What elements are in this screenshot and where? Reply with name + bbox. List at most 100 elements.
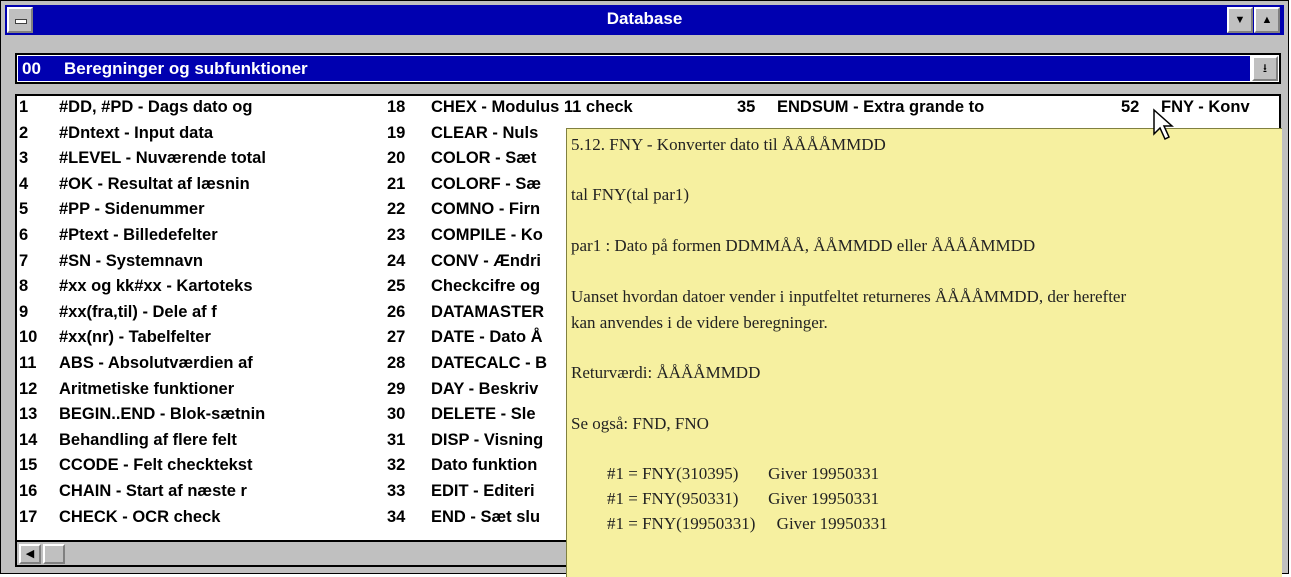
list-item-label: #PP - Sidenummer bbox=[59, 200, 205, 219]
list-item-label: DATE - Dato Å bbox=[431, 328, 543, 347]
list-item-label: BEGIN..END - Blok-sætnin bbox=[59, 405, 266, 424]
tooltip-syntax: tal FNY(tal par1) bbox=[571, 185, 690, 204]
mouse-pointer-icon bbox=[1153, 108, 1174, 141]
list-item-label: #xx(nr) - Tabelfelter bbox=[59, 328, 211, 347]
list-item-number: 17 bbox=[19, 507, 38, 526]
list-item-number: 13 bbox=[19, 405, 38, 424]
list-item-number: 1 bbox=[19, 98, 29, 116]
list-item-number: 10 bbox=[19, 328, 38, 347]
list-item-number: 7 bbox=[19, 251, 29, 270]
list-item[interactable]: 3 #LEVEL - Nuværende total bbox=[19, 149, 379, 174]
minimize-button[interactable]: ▼ bbox=[1227, 7, 1253, 33]
left-arrow-icon: ◀ bbox=[25, 548, 35, 560]
tooltip-example: #1 = FNY(19950331) Giver 19950331 bbox=[607, 514, 888, 533]
list-item-number: 9 bbox=[19, 302, 29, 321]
list-item-label: #xx(fra,til) - Dele af f bbox=[59, 302, 217, 321]
help-tooltip: 5.12. FNY - Konverter dato til ÅÅÅÅMMDD … bbox=[566, 128, 1282, 577]
dropdown-number: 00 bbox=[22, 59, 41, 78]
dropdown-selected-value[interactable]: 00 Beregninger og subfunktioner bbox=[18, 56, 1250, 81]
list-item-number: 29 bbox=[387, 379, 406, 398]
tooltip-heading: 5.12. FNY - Konverter dato til ÅÅÅÅMMDD bbox=[571, 135, 886, 154]
list-item[interactable]: 18 CHEX - Modulus 11 check bbox=[387, 98, 747, 123]
list-item-number: 15 bbox=[19, 456, 38, 475]
list-item-label: DELETE - Sle bbox=[431, 405, 536, 424]
list-item-number: 3 bbox=[19, 149, 29, 168]
list-item[interactable]: 4 #OK - Resultat af læsnin bbox=[19, 175, 379, 200]
list-item-number: 11 bbox=[19, 354, 37, 372]
list-item-label: ENDSUM - Extra grande to bbox=[777, 98, 985, 116]
list-item-number: 25 bbox=[387, 277, 406, 296]
list-item-label: Checkcifre og bbox=[431, 277, 541, 296]
list-item-label: DAY - Beskriv bbox=[431, 379, 539, 398]
tooltip-example: #1 = FNY(310395) Giver 19950331 bbox=[607, 464, 880, 483]
list-item-number: 5 bbox=[19, 200, 29, 219]
list-item[interactable]: 6 #Ptext - Billedefelter bbox=[19, 226, 379, 251]
tooltip-return-value: Returværdi: ÅÅÅÅMMDD bbox=[571, 363, 761, 382]
list-item-label: COLOR - Sæt bbox=[431, 149, 537, 168]
minimize-arrow-icon: ▼ bbox=[1234, 14, 1246, 26]
list-item[interactable]: 13 BEGIN..END - Blok-sætnin bbox=[19, 405, 379, 430]
list-item-number: 31 bbox=[387, 430, 406, 449]
list-item-label: CONV - Ændri bbox=[431, 251, 541, 270]
tooltip-parameter: par1 : Dato på formen DDMMÅÅ, ÅÅMMDD ell… bbox=[571, 236, 1036, 255]
category-dropdown[interactable]: 00 Beregninger og subfunktioner ⭳ bbox=[15, 53, 1281, 84]
list-item-number: 35 bbox=[737, 98, 756, 116]
list-item[interactable]: 14 Behandling af flere felt bbox=[19, 431, 379, 456]
list-item-number: 23 bbox=[387, 226, 406, 244]
list-item-label: CLEAR - Nuls bbox=[431, 123, 539, 142]
list-item[interactable]: 35 ENDSUM - Extra grande to bbox=[737, 98, 1097, 123]
list-item-label: Behandling af flere felt bbox=[59, 430, 237, 449]
maximize-button[interactable]: ▲ bbox=[1254, 7, 1280, 33]
list-item-label: DATECALC - B bbox=[431, 354, 548, 372]
list-item[interactable]: 10 #xx(nr) - Tabelfelter bbox=[19, 328, 379, 353]
list-item[interactable]: 8 #xx og kk#xx - Kartoteks bbox=[19, 277, 379, 302]
list-item-number: 4 bbox=[19, 174, 29, 193]
list-item-label: #OK - Resultat af læsnin bbox=[59, 174, 250, 193]
list-item-number: 14 bbox=[19, 430, 38, 449]
dropdown-arrow-icon: ⭳ bbox=[1262, 61, 1268, 75]
tooltip-description-line2: kan anvendes i de videre beregninger. bbox=[571, 313, 828, 332]
list-item[interactable]: 12 Aritmetiske funktioner bbox=[19, 380, 379, 405]
list-item-number: 12 bbox=[19, 379, 38, 398]
list-item[interactable]: 16 CHAIN - Start af næste r bbox=[19, 482, 379, 507]
scroll-left-button[interactable]: ◀ bbox=[19, 544, 41, 564]
tooltip-description-line1: Uanset hvordan datoer vender i inputfelt… bbox=[571, 287, 1127, 306]
list-item-label: #SN - Systemnavn bbox=[59, 251, 203, 270]
list-item-number: 30 bbox=[387, 405, 406, 424]
list-item-number: 32 bbox=[387, 456, 406, 475]
list-item-number: 18 bbox=[387, 98, 406, 116]
list-item-number: 2 bbox=[19, 123, 29, 142]
dropdown-button[interactable]: ⭳ bbox=[1252, 56, 1278, 81]
list-item-number: 8 bbox=[19, 277, 29, 296]
title-bar[interactable]: Database ▼ ▲ bbox=[5, 5, 1284, 35]
list-item[interactable]: 2 #Dntext - Input data bbox=[19, 124, 379, 149]
list-item[interactable]: 17 CHECK - OCR check bbox=[19, 508, 379, 533]
tooltip-example: #1 = FNY(950331) Giver 19950331 bbox=[607, 489, 880, 508]
list-item-label: #xx og kk#xx - Kartoteks bbox=[59, 277, 253, 296]
list-item-label: CHEX - Modulus 11 check bbox=[431, 98, 633, 116]
list-item[interactable]: 1 #DD, #PD - Dags dato og bbox=[19, 98, 379, 123]
window-title: Database bbox=[606, 9, 683, 28]
list-item-label: COMNO - Firn bbox=[431, 200, 541, 219]
list-item[interactable]: 15 CCODE - Felt checktekst bbox=[19, 456, 379, 481]
list-item-number: 21 bbox=[387, 174, 406, 193]
list-item-label: ABS - Absolutværdien af bbox=[59, 354, 253, 372]
list-item-label: #LEVEL - Nuværende total bbox=[59, 149, 266, 168]
list-item-label: #Ptext - Billedefelter bbox=[59, 226, 218, 244]
list-item-label: CHAIN - Start af næste r bbox=[59, 482, 247, 500]
list-item-number: 22 bbox=[387, 200, 406, 219]
list-item-label: #Dntext - Input data bbox=[59, 123, 214, 142]
list-item[interactable]: 5 #PP - Sidenummer bbox=[19, 200, 379, 225]
list-item[interactable]: 11 ABS - Absolutværdien af bbox=[19, 354, 379, 379]
list-item-number: 24 bbox=[387, 251, 406, 270]
list-item-number: 16 bbox=[19, 482, 38, 500]
list-item-number: 19 bbox=[387, 123, 406, 142]
list-item-number: 26 bbox=[387, 302, 406, 321]
list-item[interactable]: 52 FNY - Konv bbox=[1121, 98, 1279, 123]
list-item[interactable]: 7 #SN - Systemnavn bbox=[19, 252, 379, 277]
dropdown-label: Beregninger og subfunktioner bbox=[64, 59, 308, 78]
list-item-label: CHECK - OCR check bbox=[59, 507, 221, 526]
scroll-thumb[interactable] bbox=[43, 544, 65, 564]
list-item-label: #DD, #PD - Dags dato og bbox=[59, 98, 253, 116]
list-item[interactable]: 9 #xx(fra,til) - Dele af f bbox=[19, 303, 379, 328]
